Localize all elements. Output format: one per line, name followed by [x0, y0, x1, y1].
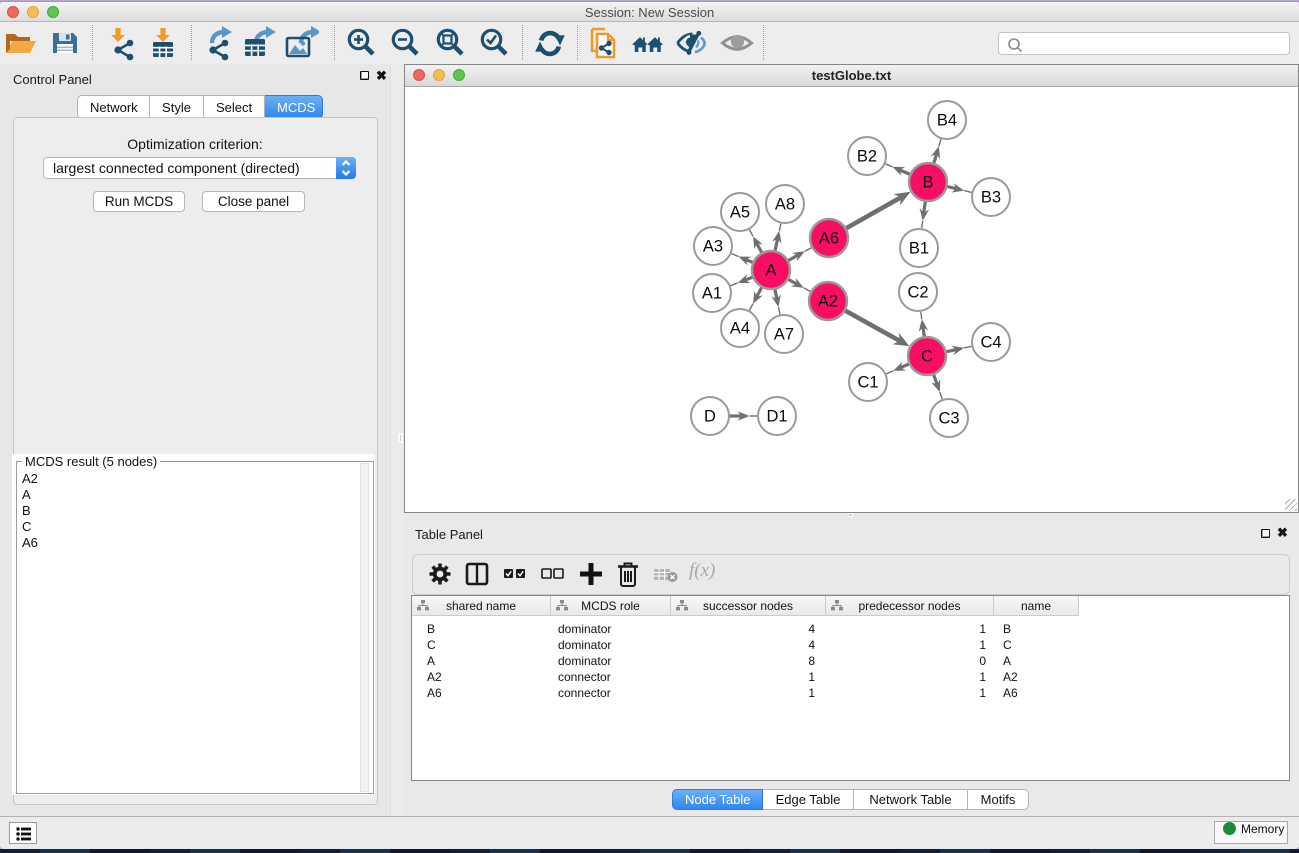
- svg-text:C3: C3: [938, 410, 959, 428]
- svg-text:B3: B3: [981, 189, 1001, 207]
- svg-text:A1: A1: [702, 285, 722, 303]
- svg-text:A5: A5: [730, 204, 750, 222]
- svg-text:B1: B1: [909, 240, 929, 258]
- svg-text:D1: D1: [766, 408, 787, 426]
- svg-text:A8: A8: [775, 196, 795, 214]
- svg-text:B: B: [922, 174, 933, 192]
- svg-text:D: D: [704, 408, 716, 426]
- svg-text:A2: A2: [818, 293, 838, 311]
- svg-text:B4: B4: [937, 112, 957, 130]
- svg-text:A4: A4: [730, 320, 750, 338]
- svg-text:A7: A7: [774, 326, 794, 344]
- svg-text:A: A: [765, 262, 776, 280]
- svg-text:B2: B2: [857, 148, 877, 166]
- svg-text:C: C: [921, 348, 933, 366]
- svg-text:C4: C4: [980, 334, 1001, 352]
- svg-text:C1: C1: [857, 374, 878, 392]
- svg-text:A3: A3: [703, 238, 723, 256]
- svg-text:C2: C2: [907, 284, 928, 302]
- svg-text:A6: A6: [819, 230, 839, 248]
